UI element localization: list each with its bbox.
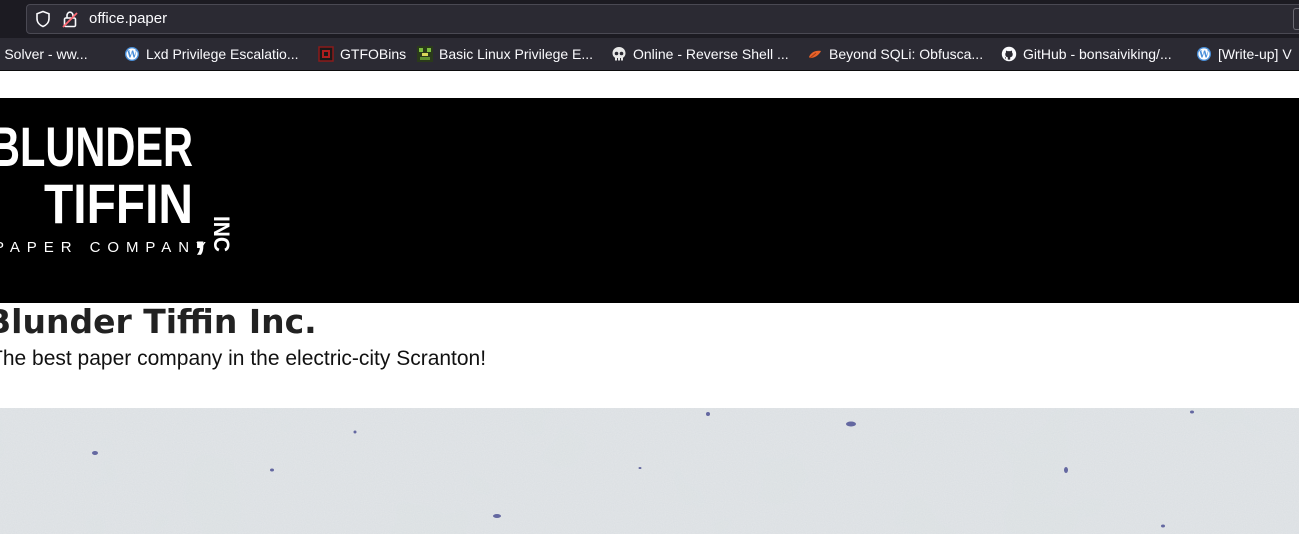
header-banner: BLUNDER TIFFIN INC , PAPER COMPANY (0, 98, 1299, 303)
bookmark-label: re Solver - ww... (0, 46, 88, 62)
url-text[interactable]: office.paper (89, 10, 167, 28)
address-bar-end (1293, 8, 1299, 30)
logo-line3: PAPER COMPANY (0, 239, 206, 256)
bookmark-item[interactable]: Basic Linux Privilege E... (417, 45, 593, 63)
paper-texture-image (0, 408, 1299, 534)
svg-text:W: W (1198, 50, 1210, 60)
bookmark-item[interactable]: Beyond SQLi: Obfusca... (807, 45, 983, 63)
bookmark-label: Beyond SQLi: Obfusca... (829, 46, 984, 62)
github-icon (1001, 46, 1017, 62)
gtfobins-icon (318, 46, 334, 62)
page-title: Blunder Tiffin Inc. (0, 302, 317, 341)
bookmark-label: GitHub - bonsaiviking/... (1023, 46, 1172, 62)
skull-icon (612, 47, 626, 61)
page-content: BLUNDER TIFFIN INC , PAPER COMPANY Blund… (0, 71, 1299, 534)
wordpress-icon: W (1197, 47, 1211, 61)
bookmark-label: GTFOBins (340, 46, 407, 62)
bookmark-label: Online - Reverse Shell ... (633, 46, 789, 62)
address-bar[interactable] (26, 4, 1299, 34)
logo-line1: BLUNDER (0, 115, 193, 178)
logo-inc: INC (209, 216, 234, 252)
orange-leaf-icon (809, 50, 821, 59)
page-tagline: The best paper company in the electric-c… (0, 347, 487, 370)
bookmark-item[interactable]: W Lxd Privilege Escalatio... (124, 45, 299, 63)
wordpress-icon: W (125, 47, 139, 61)
logo-line2: TIFFIN (44, 172, 193, 235)
bookmark-label: [Write-up] V (1218, 46, 1292, 62)
svg-text:W: W (126, 50, 138, 60)
bookmark-item[interactable]: re Solver - ww... (0, 45, 88, 63)
tracking-protection-shield-icon[interactable] (35, 10, 51, 28)
bookmark-item[interactable]: W [Write-up] V (1196, 45, 1292, 63)
bookmark-item[interactable]: GTFOBins (318, 45, 406, 63)
bookmarks-toolbar: re Solver - ww... W Lxd Privilege Escala… (0, 38, 1299, 71)
bookmark-item[interactable]: GitHub - bonsaiviking/... (1001, 45, 1172, 63)
bookmark-item[interactable]: Online - Reverse Shell ... (611, 45, 789, 63)
bookmark-label: Basic Linux Privilege E... (439, 46, 594, 62)
company-logo: BLUNDER TIFFIN INC , PAPER COMPANY (0, 115, 234, 258)
browser-url-row: office.paper (0, 0, 1299, 38)
bookmark-label: Lxd Privilege Escalatio... (146, 46, 299, 62)
pixel-icon (417, 46, 433, 62)
insecure-lock-icon[interactable] (62, 10, 78, 28)
